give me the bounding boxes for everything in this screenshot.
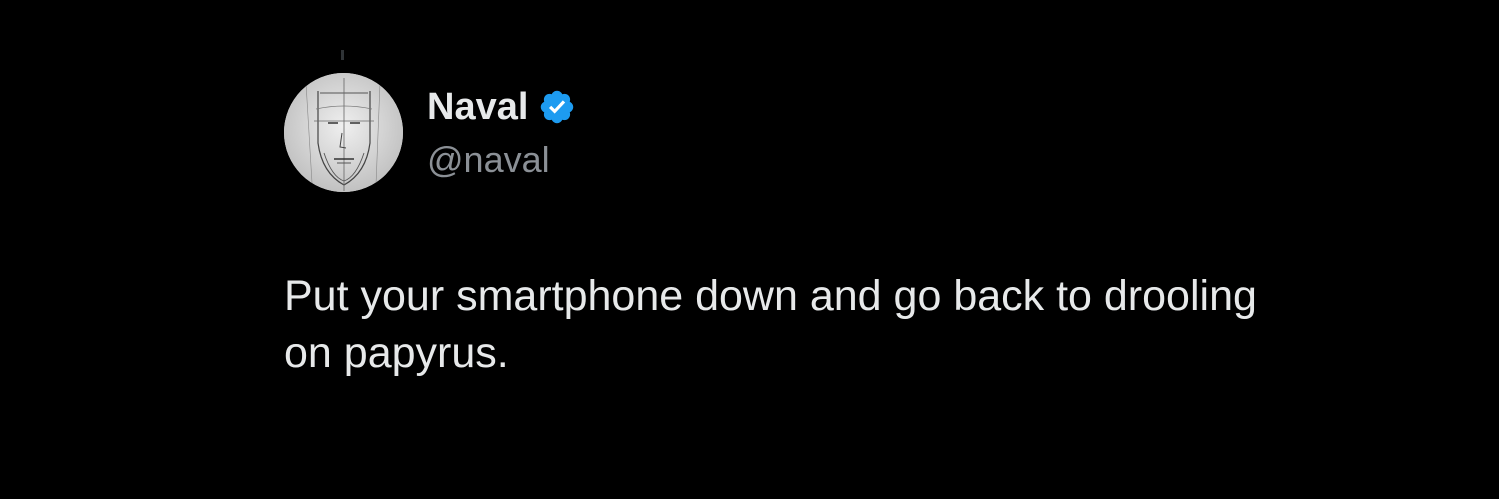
avatar[interactable] — [284, 73, 403, 192]
author-name-row: Naval — [427, 84, 576, 130]
author-handle[interactable]: @naval — [427, 138, 550, 182]
tweet-card: Naval @naval Put your smartphone down an… — [0, 0, 1499, 499]
tweet-text: Put your smartphone down and go back to … — [284, 272, 1257, 377]
thread-line-stub — [341, 50, 344, 60]
sketched-face-avatar-icon — [284, 73, 403, 192]
author-display-name[interactable]: Naval — [427, 84, 528, 130]
verified-badge-icon[interactable] — [538, 88, 576, 126]
